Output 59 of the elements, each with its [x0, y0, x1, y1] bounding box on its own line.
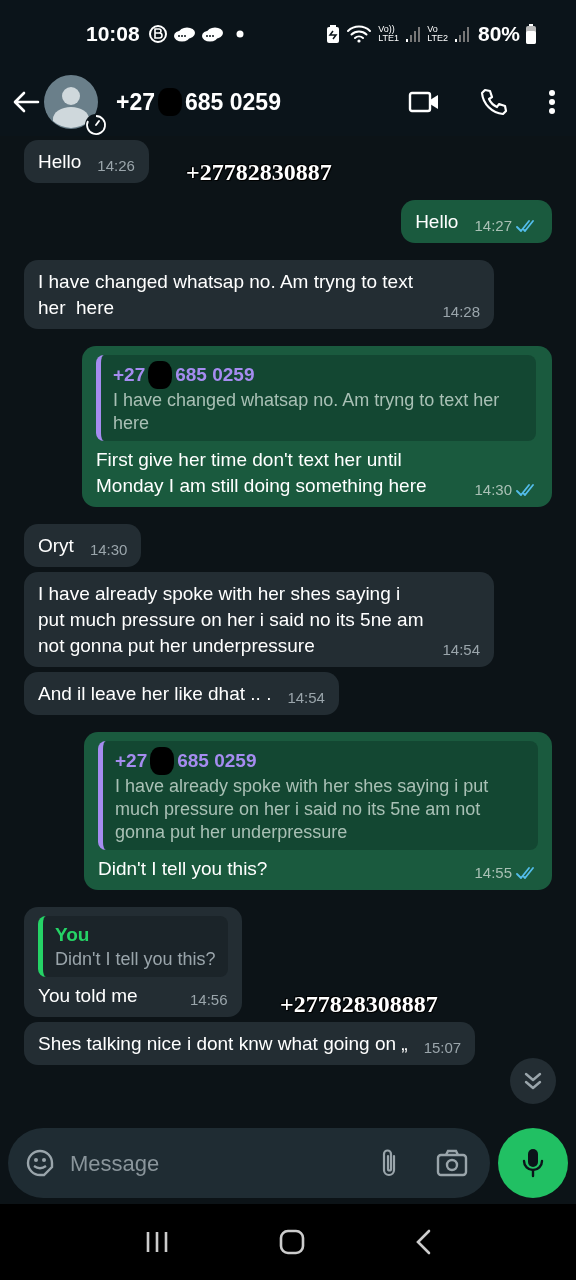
clock: 10:08	[86, 21, 140, 48]
message-text: Hello	[415, 210, 459, 234]
message-time: 14:30	[89, 539, 128, 560]
quote-text: I have already spoke with her shes saying i put much pressure on her i said no its 5ne am not gonna put her underpressure	[115, 775, 490, 844]
battery-icon	[526, 24, 536, 44]
back-icon[interactable]	[415, 1229, 431, 1255]
network-label: Vo	[427, 25, 439, 34]
quote-author: +27	[115, 749, 148, 773]
message-time: 14:55	[474, 862, 512, 883]
message-time: 14:54	[287, 687, 325, 708]
quote-author: 685 0259	[177, 749, 257, 773]
quote-author: +27	[113, 363, 146, 387]
message-text: And il leave her like dhat .. .	[38, 682, 272, 706]
message-time: 14:56	[189, 989, 228, 1010]
quote-text: I have changed whatsap no. Am tryng to text her here	[113, 389, 501, 435]
chat-bubbles-icon	[173, 26, 196, 42]
message-text: Didn't I tell you this?	[98, 857, 269, 881]
message-time: 14:28	[442, 301, 480, 322]
message-field[interactable]: Message	[8, 1128, 490, 1198]
microphone-icon	[522, 1147, 544, 1179]
more-options-icon[interactable]	[548, 89, 556, 115]
message-text: You told me	[38, 984, 139, 1008]
signal-icon	[405, 25, 422, 43]
avatar[interactable]	[44, 75, 98, 129]
signal-icon	[453, 25, 470, 43]
dot-icon	[235, 30, 244, 38]
network-label: Vo))	[378, 25, 395, 34]
overlay-note: +27782830887	[186, 158, 332, 187]
message-text: Hello	[38, 150, 82, 174]
camera-icon[interactable]	[436, 1149, 468, 1177]
quote-text: Didn't I tell you this?	[55, 948, 216, 971]
network-label: LTE1	[378, 34, 400, 43]
wifi-icon	[346, 24, 373, 44]
home-icon[interactable]	[279, 1229, 305, 1255]
recent-apps-icon[interactable]	[145, 1230, 169, 1254]
overlay-note: +277828308887	[280, 990, 438, 1019]
message-time: 15:07	[423, 1037, 462, 1058]
network-label: LTE2	[427, 34, 448, 43]
quote-author: 685 0259	[175, 363, 255, 387]
contact-number: 685 0259	[185, 87, 281, 117]
message-text: I have already spoke with her shes saying i put much pressure on her i said no its 5ne am not gonna put her underpressure	[38, 582, 425, 658]
battery-saver-icon	[326, 24, 341, 44]
message-time: 14:54	[442, 639, 480, 660]
message-text: Oryt	[38, 534, 74, 558]
message-time: 14:30	[474, 479, 512, 500]
message-text: First give her time don't text her until Monday I am still doing something here	[96, 448, 428, 498]
battery-percentage: 80%	[477, 21, 520, 48]
message-time: 14:27	[474, 215, 512, 236]
message-text: I have changed whatsap no. Am tryng to text her here	[38, 270, 414, 320]
contact-number: +27	[116, 87, 155, 117]
phone-icon[interactable]	[480, 88, 508, 116]
business-chat-icon	[147, 24, 168, 44]
quote-author: You	[55, 923, 90, 947]
message-time: 14:26	[97, 155, 135, 176]
message-text: Shes talking nice i dont knw what going on „	[38, 1032, 408, 1056]
video-call-icon[interactable]	[408, 90, 440, 114]
scroll-down-icon[interactable]	[510, 1058, 556, 1104]
chat-bubbles-icon	[201, 26, 224, 42]
sticker-icon[interactable]	[24, 1147, 56, 1179]
